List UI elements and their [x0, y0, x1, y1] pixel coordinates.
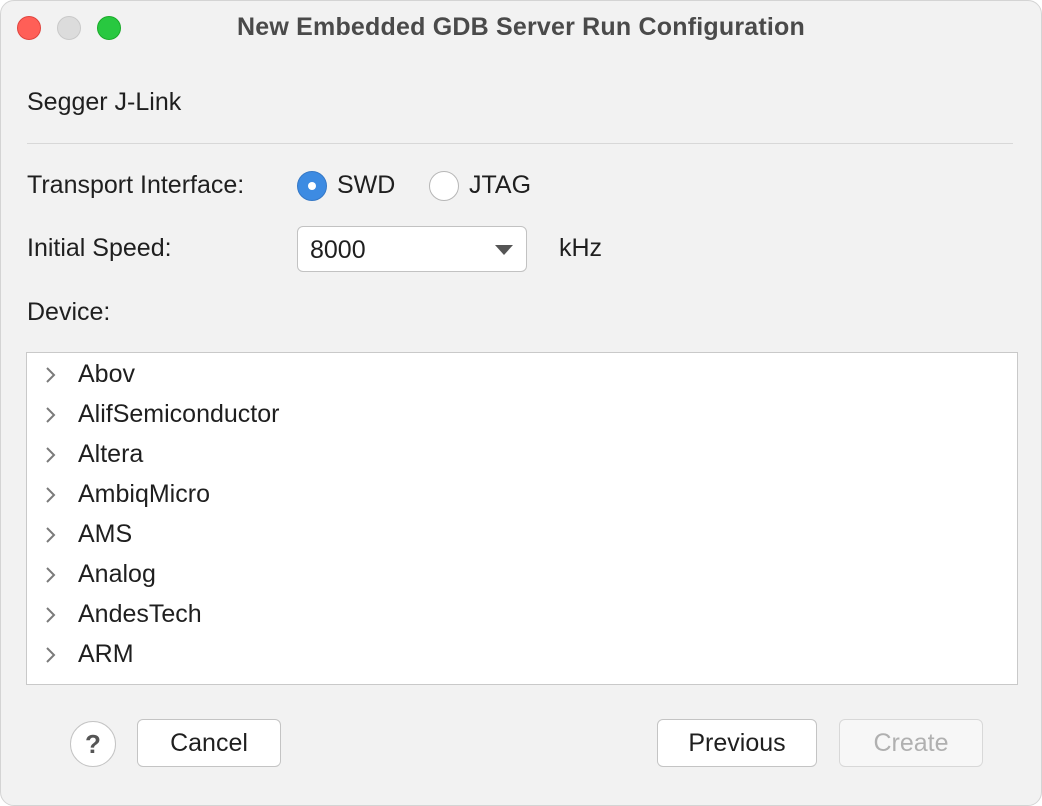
chevron-right-icon[interactable] — [43, 606, 59, 624]
tree-item-analog[interactable]: Analog — [27, 555, 1017, 595]
tree-item-andestech[interactable]: AndesTech — [27, 595, 1017, 635]
help-button[interactable]: ? — [70, 721, 116, 767]
chevron-right-icon[interactable] — [43, 446, 59, 464]
chevron-right-icon[interactable] — [43, 486, 59, 504]
chevron-right-icon[interactable] — [43, 366, 59, 384]
transport-interface-label: Transport Interface: — [27, 171, 245, 199]
tree-item-ams[interactable]: AMS — [27, 515, 1017, 555]
tree-item-label: Analog — [78, 560, 156, 588]
dropdown-arrow-icon — [495, 245, 513, 255]
tree-item-label: AMS — [78, 520, 133, 548]
device-label: Device: — [27, 298, 111, 326]
tree-item-label: Altera — [78, 440, 144, 468]
tree-item-altera[interactable]: Altera — [27, 435, 1017, 475]
tree-item-label: AmbiqMicro — [78, 480, 210, 508]
separator — [27, 143, 1013, 144]
title-bar: New Embedded GDB Server Run Configuratio… — [1, 1, 1041, 57]
tree-item-label: ARM — [78, 640, 134, 668]
tree-item-ambiqmicro[interactable]: AmbiqMicro — [27, 475, 1017, 515]
speed-unit-label: kHz — [559, 234, 603, 262]
dialog-window: New Embedded GDB Server Run Configuratio… — [0, 0, 1042, 806]
device-tree[interactable]: Abov AlifSemiconductor Altera AmbiqMicro… — [26, 352, 1018, 685]
window-title: New Embedded GDB Server Run Configuratio… — [237, 13, 805, 41]
initial-speed-value: 8000 — [310, 236, 366, 264]
previous-button[interactable]: Previous — [657, 719, 817, 767]
cancel-button[interactable]: Cancel — [137, 719, 281, 767]
jtag-radio-label[interactable]: JTAG — [469, 171, 531, 200]
initial-speed-select[interactable]: 8000 — [297, 226, 527, 272]
tree-item-arm[interactable]: ARM — [27, 635, 1017, 675]
chevron-right-icon[interactable] — [43, 526, 59, 544]
jtag-radio[interactable] — [429, 171, 459, 201]
tree-item-label: AndesTech — [78, 600, 202, 628]
chevron-right-icon[interactable] — [43, 646, 59, 664]
create-button[interactable]: Create — [839, 719, 983, 767]
swd-radio-label[interactable]: SWD — [337, 171, 395, 200]
initial-speed-label: Initial Speed: — [27, 234, 172, 262]
chevron-right-icon[interactable] — [43, 406, 59, 424]
section-label: Segger J-Link — [27, 88, 182, 116]
tree-item-label: AlifSemiconductor — [78, 400, 280, 428]
tree-item-label: Abov — [78, 360, 135, 388]
tree-item-alifsemiconductor[interactable]: AlifSemiconductor — [27, 395, 1017, 435]
tree-item-abov[interactable]: Abov — [27, 355, 1017, 395]
swd-radio[interactable] — [297, 171, 327, 201]
chevron-right-icon[interactable] — [43, 566, 59, 584]
